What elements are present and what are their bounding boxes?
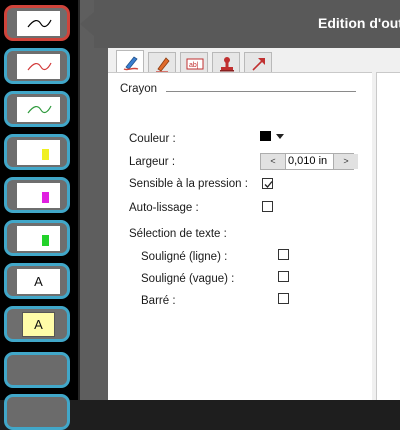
smoothing-label: Auto-lissage : [129, 202, 199, 214]
text-selection-label: Sélection de texte : [129, 228, 227, 240]
smoothing-checkbox[interactable] [262, 201, 273, 212]
black-stroke-icon [27, 19, 52, 28]
tool-text[interactable]: A [4, 263, 70, 299]
section-divider [166, 91, 356, 92]
tool-preview: A [22, 312, 55, 337]
green-highlight-swatch [42, 235, 49, 246]
text-tool-letter: A [34, 274, 43, 289]
tab-stamp[interactable] [212, 52, 240, 72]
tool-preview [17, 226, 60, 251]
tool-highlighter-green[interactable] [4, 220, 70, 256]
color-label: Couleur : [129, 133, 176, 145]
dialog-panel: ab| Crayon Couleur : Largeur: < 0,010 i… [108, 48, 400, 400]
title-bar[interactable]: Edition d'outil [80, 0, 400, 48]
stamp-icon [220, 57, 234, 72]
arrow-icon [252, 58, 265, 71]
tool-highlighter-magenta[interactable] [4, 177, 70, 213]
underline-wave-label: Souligné (vague) : [141, 273, 235, 285]
pressure-checkbox[interactable] [262, 178, 273, 189]
tab-text-field[interactable]: ab| [180, 52, 208, 72]
yellow-highlight-swatch [42, 149, 49, 160]
strike-label: Barré : [141, 295, 176, 307]
width-label: Largeur : [129, 156, 176, 168]
tool-text-highlight[interactable]: A [4, 306, 70, 342]
section-title-crayon: Crayon [120, 83, 158, 95]
tool-pen-black[interactable] [4, 5, 70, 41]
pressure-label: Sensible à la pression : [129, 178, 248, 190]
pen-settings-page: Crayon Couleur : Largeur : < > Sensible … [108, 72, 372, 400]
preview-pane [376, 72, 400, 400]
tab-highlighter[interactable] [148, 52, 176, 73]
tool-preview: A [17, 269, 60, 294]
title-notch [80, 12, 94, 36]
svg-text:ab|: ab| [189, 62, 199, 69]
tool-strip: A A [0, 0, 78, 430]
underline-line-label: Souligné (ligne) : [141, 251, 228, 263]
magenta-highlight-swatch [42, 192, 49, 203]
tab-pen[interactable] [116, 50, 144, 73]
tool-highlighter-yellow[interactable] [4, 134, 70, 170]
width-increment-button[interactable]: > [333, 154, 358, 169]
pen-icon [123, 56, 139, 71]
color-dropdown-arrow-icon[interactable] [276, 134, 284, 139]
underline-wave-checkbox[interactable] [278, 271, 289, 282]
green-stroke-icon [27, 105, 52, 114]
tool-preview [17, 54, 60, 79]
dialog-title: Edition d'outil [318, 15, 400, 31]
width-input[interactable] [286, 154, 333, 169]
tool-preview [17, 97, 60, 122]
underline-line-checkbox[interactable] [278, 249, 289, 260]
tool-pen-green[interactable] [4, 91, 70, 127]
tool-empty-slot[interactable] [4, 352, 70, 388]
tab-arrow[interactable] [244, 52, 272, 72]
tool-preview [17, 11, 60, 36]
width-decrement-button[interactable]: < [261, 154, 286, 169]
check-icon [264, 181, 273, 188]
text-highlight-tool-letter: A [34, 317, 43, 332]
red-stroke-icon [27, 62, 52, 71]
strike-checkbox[interactable] [278, 293, 289, 304]
tool-edit-dialog: Edition d'outil ab| [80, 0, 400, 400]
width-stepper: < > [260, 153, 358, 170]
color-swatch[interactable] [260, 131, 271, 141]
text-field-icon: ab| [186, 58, 204, 70]
highlighter-icon [156, 57, 170, 73]
tool-empty-slot[interactable] [4, 394, 70, 430]
tool-preview [17, 140, 60, 165]
tool-pen-red[interactable] [4, 48, 70, 84]
tool-preview [17, 183, 60, 208]
